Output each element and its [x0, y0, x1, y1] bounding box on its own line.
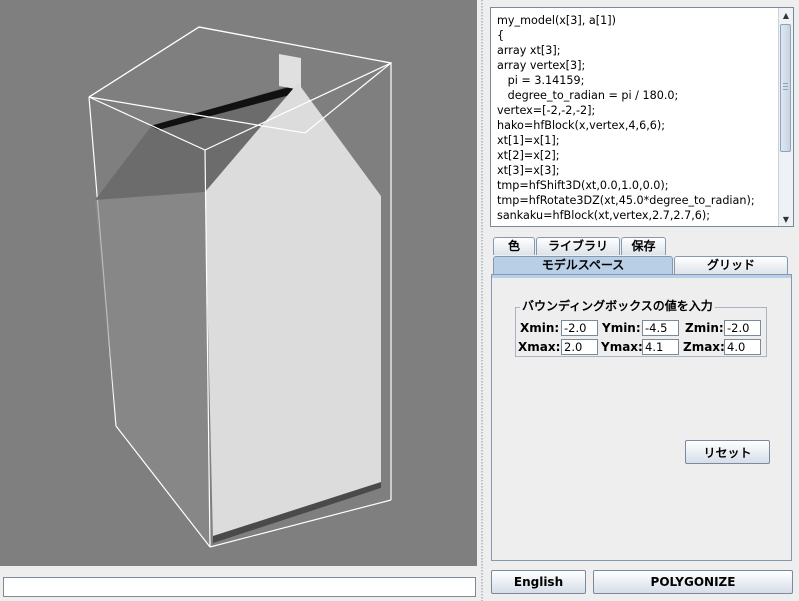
polygonize-button[interactable]: POLYGONIZE	[593, 570, 793, 594]
scroll-down-icon[interactable]: ▼	[779, 212, 793, 226]
english-button[interactable]: English	[491, 570, 586, 594]
tab-save[interactable]: 保存	[621, 237, 666, 255]
code-line[interactable]: sankaku=hfBlock(xt,vertex,2.7,2.7,6);	[497, 208, 777, 223]
code-line[interactable]: xt[3]=x[3];	[497, 163, 777, 178]
bounding-box-title: バウンディングボックスの値を入力	[520, 299, 715, 313]
ymax-field[interactable]	[642, 339, 679, 355]
code-line[interactable]: tmp=hfRotate3DZ(xt,45.0*degree_to_radian…	[497, 193, 777, 208]
code-scrollbar[interactable]: ▲ ▼	[778, 8, 793, 226]
code-line[interactable]: array vertex[3];	[497, 58, 777, 73]
divider-grip[interactable]	[481, 0, 483, 601]
code-line[interactable]: array xt[3];	[497, 43, 777, 58]
code-line[interactable]: hako=hfBlock(x,vertex,4,6,6);	[497, 118, 777, 133]
code-line[interactable]: tmp=hfShift3D(xt,0.0,1.0,0.0);	[497, 178, 777, 193]
code-text[interactable]: my_model(x[3], a[1]){array xt[3]; array v…	[491, 8, 777, 226]
code-line[interactable]: xt[2]=x[2];	[497, 148, 777, 163]
command-input[interactable]	[3, 577, 476, 597]
ymin-field[interactable]	[642, 320, 679, 336]
reset-button[interactable]: リセット	[685, 440, 770, 464]
ymax-label: Ymax:	[601, 340, 643, 354]
tab-library[interactable]: ライブラリ	[536, 237, 620, 255]
xmax-field[interactable]	[561, 339, 598, 355]
tab-color[interactable]: 色	[493, 237, 535, 255]
code-line[interactable]: vertex=[-2,-2,-2];	[497, 103, 777, 118]
zmax-field[interactable]	[724, 339, 761, 355]
xmin-label: Xmin:	[520, 321, 560, 335]
command-bar	[0, 566, 477, 601]
scroll-thumb[interactable]	[780, 24, 791, 152]
code-line[interactable]: pi = 3.14159;	[497, 73, 777, 88]
wall-left-face	[95, 192, 211, 547]
viewport-3d[interactable]	[0, 0, 477, 566]
zmin-field[interactable]	[724, 320, 761, 336]
code-line[interactable]: degree_to_radian = pi / 180.0;	[497, 88, 777, 103]
code-line[interactable]: {	[497, 28, 777, 43]
scroll-up-icon[interactable]: ▲	[779, 8, 793, 22]
code-line[interactable]: xt[1]=x[1];	[497, 133, 777, 148]
tab-grid[interactable]: グリッド	[674, 256, 788, 274]
xmin-field[interactable]	[561, 320, 598, 336]
ymin-label: Ymin:	[602, 321, 641, 335]
xmax-label: Xmax:	[518, 340, 561, 354]
zmin-label: Zmin:	[685, 321, 724, 335]
zmax-label: Zmax:	[683, 340, 725, 354]
tab-model-space[interactable]: モデルスペース	[493, 256, 673, 274]
code-line[interactable]: my_model(x[3], a[1])	[497, 13, 777, 28]
model-render	[88, 26, 393, 548]
code-editor[interactable]: my_model(x[3], a[1]){array xt[3]; array v…	[490, 7, 794, 227]
split-divider[interactable]	[477, 0, 487, 601]
